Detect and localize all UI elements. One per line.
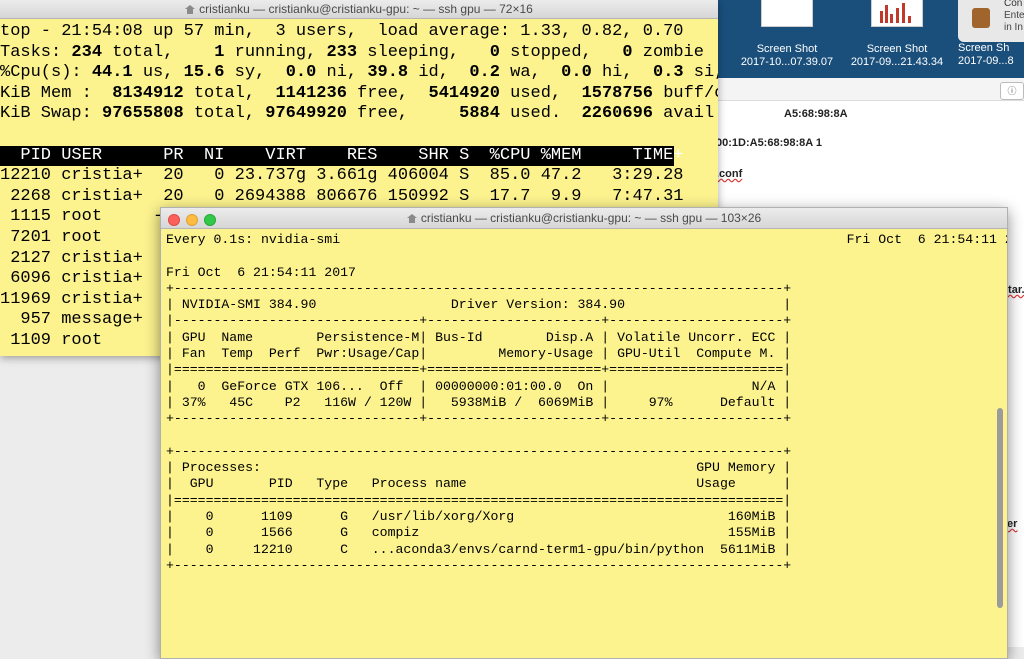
file-name: Screen Shot [866, 43, 928, 55]
notification-title: Con [1004, 0, 1023, 9]
file-date: 2017-10...07.39.07 [740, 56, 834, 68]
window-title: cristianku — cristianku@cristianku-gpu: … [199, 2, 533, 16]
process-row: 2268 cristia+ 20 0 2694388 806676 150992… [0, 186, 684, 206]
uptime-line: top - 21:54:08 up 57 min, 3 users, load … [0, 22, 684, 41]
terminal-line: | 37% 45C P2 116W / 120W | 5938MiB / 606… [166, 394, 792, 410]
tasks-line: Tasks: 234 total, 1 running, 233 sleepin… [0, 42, 704, 62]
terminal-line: | 0 GeForce GTX 106... Off | 00000000:01… [166, 378, 792, 394]
terminal-line: Every 0.1s: nvidia-smi Fri Oct 6 21:54:1… [166, 232, 1008, 247]
terminal-line: | Processes: GPU Memory | [166, 460, 792, 476]
terminal-line: | Fan Temp Perf Pwr:Usage/Cap| Memory-Us… [166, 346, 792, 362]
swap-line: KiB Swap: 97655808 total, 97649920 free,… [0, 104, 715, 124]
terminal-line: +---------------------------------------… [166, 443, 792, 459]
window-titlebar[interactable]: cristianku — cristianku@cristianku-gpu: … [0, 0, 718, 19]
text-line: .conf [716, 168, 743, 180]
text-line: A5:68:98:8A [784, 108, 848, 120]
screenshot-thumbnail [761, 0, 813, 27]
scrollbar[interactable] [997, 408, 1003, 608]
terminal-line: |=======================================… [166, 492, 792, 508]
terminal-line: | GPU PID Type Process name Usage | [166, 476, 792, 492]
process-row: 12210 cristia+ 20 0 23.737g 3.661g 40600… [0, 166, 684, 186]
terminal-line: | 0 1109 G /usr/lib/xorg/Xorg 160MiB | [166, 509, 792, 525]
desktop-file-screenshot-1[interactable]: Screen Shot 2017-10...07.39.07 [732, 0, 842, 69]
mem-line: KiB Mem : 8134912 total, 1141236 free, 5… [0, 83, 718, 103]
notification-banner[interactable]: Con Ente in In [958, 0, 1024, 42]
process-columns-header: PID USER PR NI VIRT RES SHR S %CPU %MEM … [0, 145, 684, 167]
file-name: Screen Shot [756, 43, 818, 55]
notification-line: in In [1004, 22, 1023, 33]
notification-line: Ente [1004, 10, 1024, 21]
home-icon [185, 5, 196, 14]
window-controls [168, 212, 222, 232]
screenshot-thumbnail [871, 0, 923, 27]
terminal-output: Every 0.1s: nvidia-smi Fri Oct 6 21:54:1… [161, 229, 1007, 574]
text-line: 00:1D:A5:68:98:8A 1 [716, 137, 822, 149]
file-name: Screen Sh [958, 42, 1010, 54]
terminal-line: +---------------------------------------… [166, 280, 792, 296]
terminal-line: +---------------------------------------… [166, 557, 792, 573]
home-icon [406, 214, 417, 223]
terminal-line: +-------------------------------+-------… [166, 411, 792, 427]
maximize-icon[interactable] [204, 214, 216, 226]
terminal-line: | 0 1566 G compiz 155MiB | [166, 525, 792, 541]
window-toolbar: ⓘ [716, 78, 1024, 101]
desktop-file-screenshot-2[interactable]: Screen Shot 2017-09...21.43.34 [842, 0, 952, 69]
archive-app-icon [972, 8, 990, 28]
close-icon[interactable] [168, 214, 180, 226]
terminal-line: | NVIDIA-SMI 384.90 Driver Version: 384.… [166, 297, 792, 313]
terminal-line: |===============================+=======… [166, 362, 792, 378]
text-line: er [1007, 518, 1018, 530]
info-icon[interactable]: ⓘ [1000, 82, 1024, 100]
terminal-window-front[interactable]: cristianku — cristianku@cristianku-gpu: … [160, 207, 1008, 659]
cpu-line: %Cpu(s): 44.1 us, 15.6 sy, 0.0 ni, 39.8 … [0, 63, 718, 83]
terminal-line: |-------------------------------+-------… [166, 313, 792, 329]
file-date: 2017-09...21.43.34 [850, 56, 944, 68]
terminal-line: Fri Oct 6 21:54:11 2017 [166, 264, 356, 280]
terminal-line: | 0 12210 C ...aconda3/envs/carnd-term1-… [166, 541, 792, 557]
file-date: 2017-09...8 [958, 55, 1014, 67]
window-titlebar[interactable]: cristianku — cristianku@cristianku-gpu: … [161, 208, 1007, 229]
minimize-icon[interactable] [186, 214, 198, 226]
terminal-line: | GPU Name Persistence-M| Bus-Id Disp.A … [166, 329, 792, 345]
window-title: cristianku — cristianku@cristianku-gpu: … [420, 211, 762, 225]
